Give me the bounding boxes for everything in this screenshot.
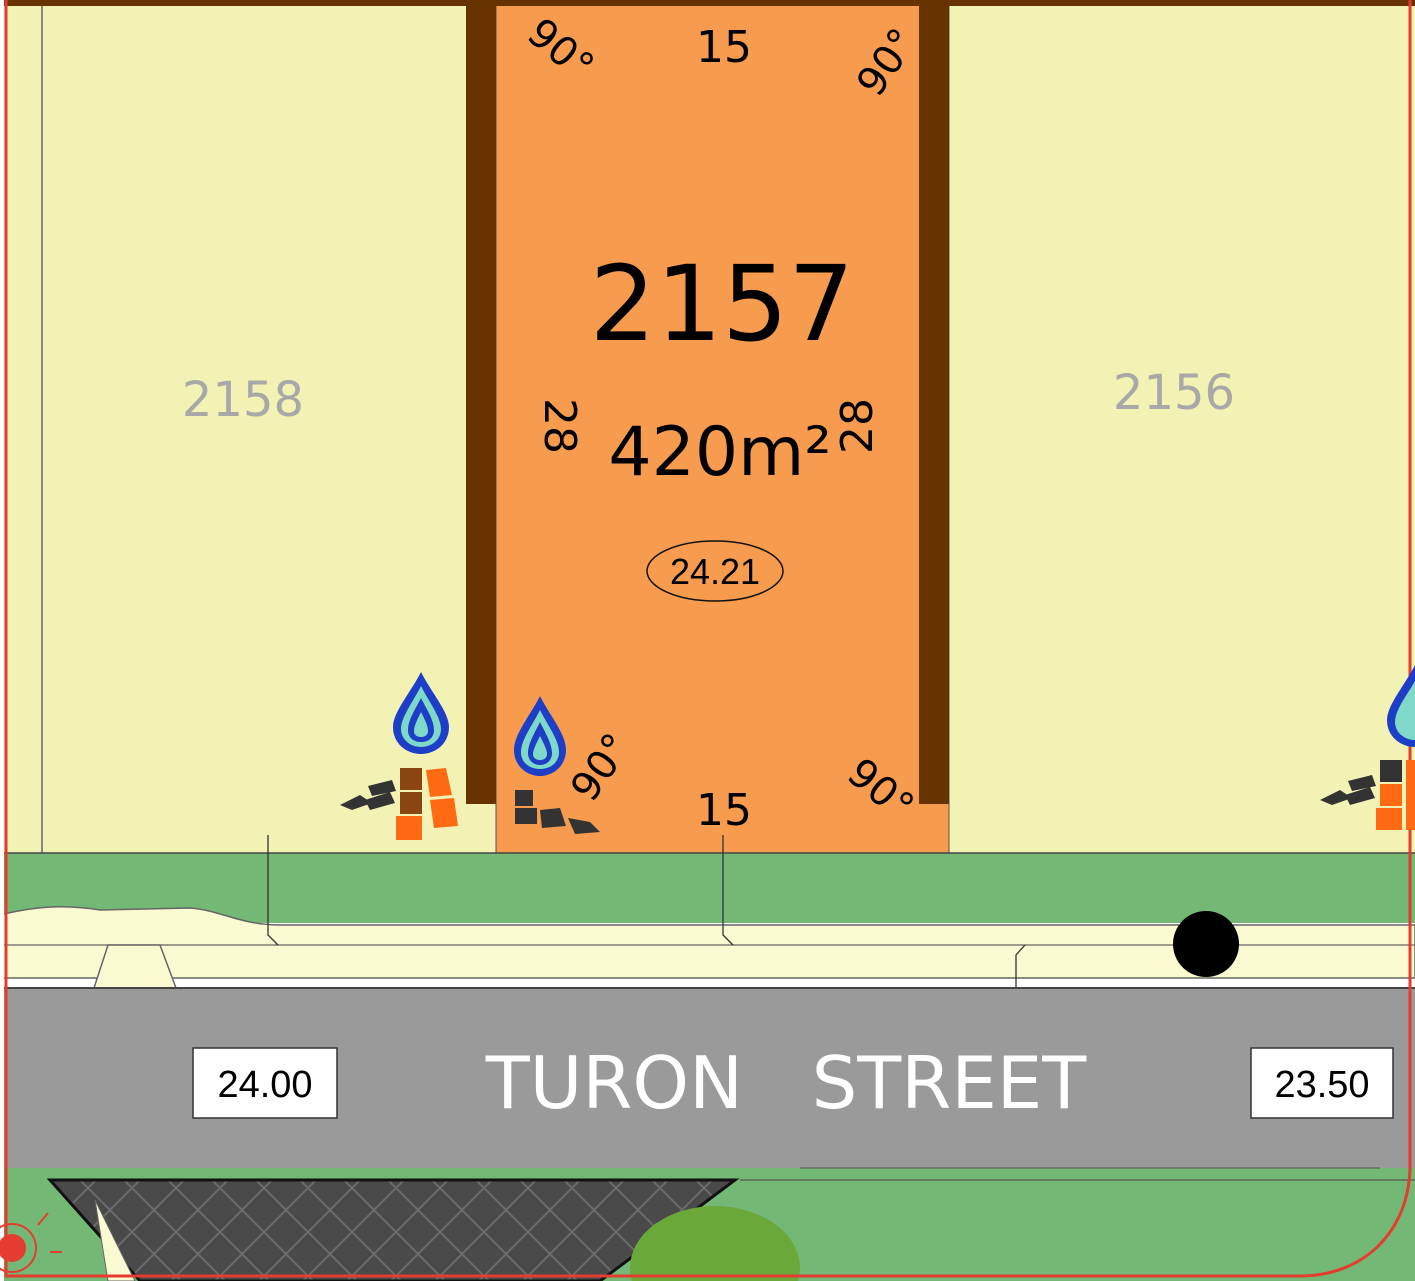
lot-number: 2157 <box>590 243 855 365</box>
retaining-wall-right <box>919 0 949 804</box>
frontage-bottom: 15 <box>696 785 752 836</box>
adjacent-lot-number-right: 2156 <box>1113 365 1235 421</box>
lot-plan: 2157 420m² 24.21 2158 2156 15 15 28 28 9… <box>0 0 1415 1281</box>
road-level-left: 24.00 <box>217 1064 312 1106</box>
lot-area: 420m² <box>608 413 831 492</box>
top-boundary-wall <box>0 0 1415 6</box>
lot-plan-drawing: 2157 420m² 24.21 2158 2156 15 15 28 28 9… <box>0 0 1415 1281</box>
sewer-manhole-icon <box>1173 911 1239 977</box>
depth-right: 28 <box>832 398 883 454</box>
street-name: TURON STREET <box>485 1041 1088 1125</box>
adjacent-lot-number-left: 2158 <box>182 372 304 428</box>
lot-level: 24.21 <box>670 551 760 592</box>
depth-left: 28 <box>534 398 585 454</box>
retaining-wall-left <box>466 0 496 804</box>
frontage-top: 15 <box>696 22 752 73</box>
road-level-right: 23.50 <box>1274 1064 1369 1106</box>
